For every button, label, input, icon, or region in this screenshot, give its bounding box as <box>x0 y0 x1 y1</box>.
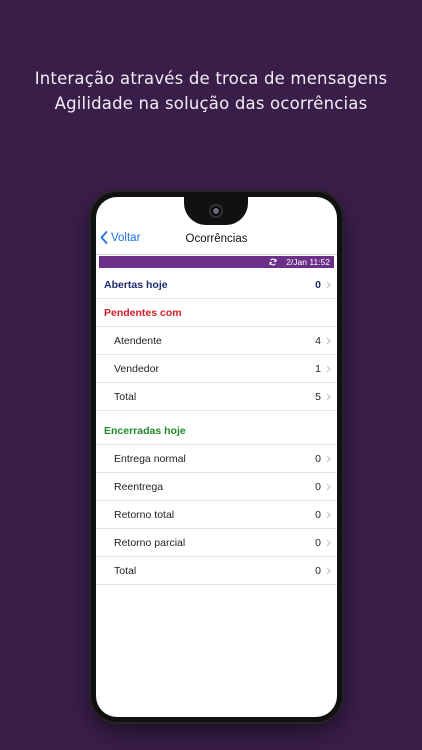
list-item-count: 1 <box>315 362 321 375</box>
occurrences-list: Abertas hoje 0 Pendentes com Atendente 4… <box>96 271 337 585</box>
list-item-count: 0 <box>315 452 321 465</box>
list-item-encerradas-total[interactable]: Total 0 <box>96 557 337 585</box>
phone-frame: Voltar Ocorrências 2/Jan 11:52 Abertas h… <box>91 192 342 722</box>
refresh-icon[interactable] <box>269 258 277 266</box>
list-item-count: 4 <box>315 334 321 347</box>
page-title: Ocorrências <box>185 233 248 245</box>
list-item-atendente[interactable]: Atendente 4 <box>96 327 337 355</box>
chevron-right-icon <box>326 455 331 463</box>
list-item-label: Entrega normal <box>114 452 186 465</box>
list-item-count: 0 <box>315 564 321 577</box>
headline-line-2: Agilidade na solução das ocorrências <box>54 94 368 113</box>
camera-icon <box>209 204 223 218</box>
headline-line-1: Interação através de troca de mensagens <box>34 69 388 88</box>
list-item-entrega-normal[interactable]: Entrega normal 0 <box>96 445 337 473</box>
list-item-label: Total <box>114 564 137 577</box>
list-item-reentrega[interactable]: Reentrega 0 <box>96 473 337 501</box>
list-item-retorno-total[interactable]: Retorno total 0 <box>96 501 337 529</box>
chevron-right-icon <box>326 393 331 401</box>
nav-bar: Voltar Ocorrências <box>96 225 337 255</box>
pendentes-label: Pendentes com <box>104 306 182 319</box>
list-item-count: 5 <box>315 390 321 403</box>
phone-screen: Voltar Ocorrências 2/Jan 11:52 Abertas h… <box>96 197 337 717</box>
timestamp: 2/Jan 11:52 <box>286 257 330 267</box>
chevron-right-icon <box>326 483 331 491</box>
chevron-right-icon <box>326 281 331 289</box>
pendentes-header: Pendentes com <box>96 299 337 327</box>
chevron-right-icon <box>326 539 331 547</box>
chevron-right-icon <box>326 511 331 519</box>
list-item-count: 0 <box>315 480 321 493</box>
chevron-right-icon <box>326 365 331 373</box>
list-item-label: Retorno parcial <box>114 536 186 549</box>
list-item-label: Vendedor <box>114 362 159 375</box>
list-item-label: Atendente <box>114 334 162 347</box>
abertas-hoje-label: Abertas hoje <box>104 278 168 291</box>
list-item-count: 0 <box>315 508 321 521</box>
chevron-right-icon <box>326 337 331 345</box>
abertas-hoje-count: 0 <box>315 278 321 291</box>
abertas-hoje-row[interactable]: Abertas hoje 0 <box>96 271 337 299</box>
list-item-retorno-parcial[interactable]: Retorno parcial 0 <box>96 529 337 557</box>
list-item-vendedor[interactable]: Vendedor 1 <box>96 355 337 383</box>
list-item-label: Retorno total <box>114 508 175 521</box>
list-item-label: Total <box>114 390 137 403</box>
encerradas-header: Encerradas hoje <box>96 417 337 445</box>
list-item-pendentes-total[interactable]: Total 5 <box>96 383 337 411</box>
encerradas-label: Encerradas hoje <box>104 424 186 437</box>
status-bar: 2/Jan 11:52 <box>99 256 334 268</box>
promo-headline: Interação através de troca de mensagens … <box>0 66 422 116</box>
list-item-label: Reentrega <box>114 480 164 493</box>
chevron-right-icon <box>326 567 331 575</box>
list-item-count: 0 <box>315 536 321 549</box>
